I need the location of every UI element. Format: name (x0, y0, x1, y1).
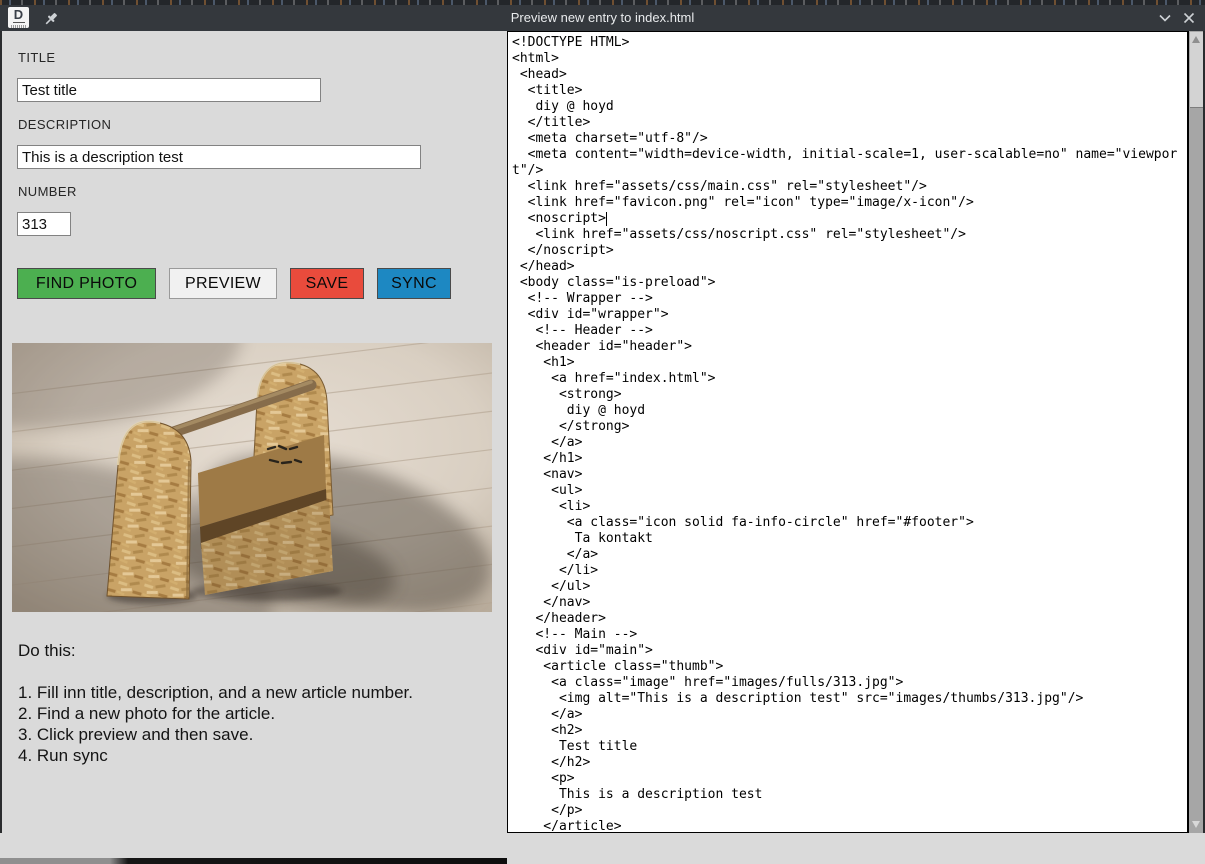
window-left-border (0, 31, 2, 833)
instruction-item: Click preview and then save. (18, 724, 488, 745)
description-input[interactable] (17, 145, 421, 169)
text-caret (606, 212, 607, 226)
photo-caddy-illustration (12, 343, 492, 612)
scrollbar-thumb[interactable] (1190, 47, 1203, 108)
article-photo (12, 343, 492, 612)
description-label: DESCRIPTION (18, 117, 111, 132)
number-input[interactable] (17, 212, 71, 236)
instruction-item: Fill inn title, description, and a new a… (18, 682, 488, 703)
html-source-text[interactable]: <!DOCTYPE HTML> <html> <head> <title> di… (508, 32, 1187, 833)
sync-button[interactable]: SYNC (377, 268, 451, 299)
number-label: NUMBER (18, 184, 77, 199)
title-input[interactable] (17, 78, 321, 102)
html-preview-editor[interactable]: <!DOCTYPE HTML> <html> <head> <title> di… (507, 31, 1188, 833)
instruction-item: Run sync (18, 745, 488, 766)
occluded-window-bottom-edge (0, 858, 507, 864)
scroll-up-arrow-icon[interactable] (1190, 32, 1203, 47)
scroll-down-arrow-icon[interactable] (1190, 818, 1203, 832)
entry-form-panel: TITLE DESCRIPTION NUMBER FIND PHOTO PREV… (0, 31, 507, 827)
window-titlebar: D Preview new entry to index.html (0, 5, 1205, 31)
instructions-list: Fill inn title, description, and a new a… (18, 682, 488, 766)
instructions-heading: Do this: (18, 641, 76, 661)
save-button[interactable]: SAVE (290, 268, 364, 299)
shade-icon[interactable] (1158, 11, 1172, 25)
preview-button[interactable]: PREVIEW (169, 268, 277, 299)
close-icon[interactable] (1182, 11, 1196, 25)
title-label: TITLE (18, 50, 55, 65)
instruction-item: Find a new photo for the article. (18, 703, 488, 724)
window-title: Preview new entry to index.html (0, 5, 1205, 31)
find-photo-button[interactable]: FIND PHOTO (17, 268, 156, 299)
vertical-scrollbar[interactable] (1188, 31, 1205, 833)
